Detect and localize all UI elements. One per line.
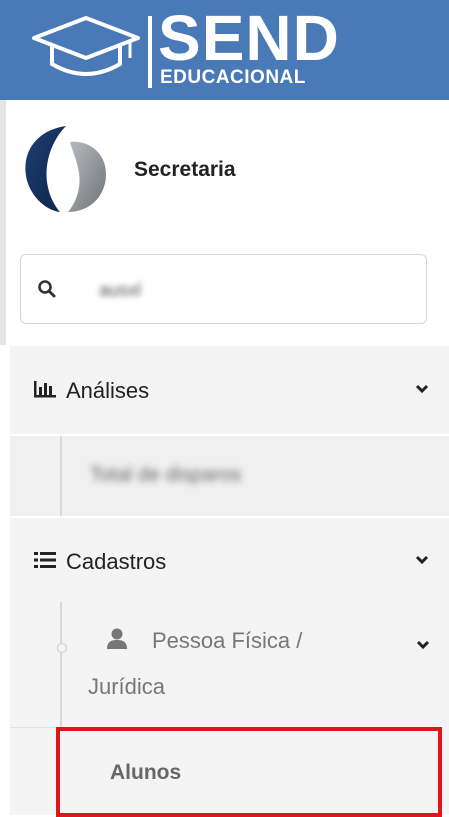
- submenu-analises: Total de disparos: [10, 436, 449, 516]
- submenu-item-alunos[interactable]: Alunos: [56, 727, 442, 817]
- bar-chart-icon: [34, 381, 56, 398]
- app-header: SEND EDUCACIONAL: [0, 0, 449, 100]
- menu-label-cadastros: Cadastros: [66, 549, 167, 574]
- search-input[interactable]: [97, 273, 401, 307]
- submenu-label-alunos: Alunos: [110, 761, 182, 784]
- chevron-down-icon[interactable]: [415, 555, 429, 565]
- user-icon: [107, 628, 127, 649]
- avatar[interactable]: [20, 124, 110, 214]
- logo-divider: [148, 16, 152, 88]
- brand-name: SEND: [158, 2, 340, 74]
- list-icon: [34, 552, 56, 568]
- tree-line: [60, 436, 62, 516]
- sidebar-edge: [0, 100, 6, 345]
- menu-label-analises: Análises: [66, 378, 150, 403]
- submenu-spacer: [10, 727, 56, 815]
- submenu-item-pessoa-fisica-juridica[interactable]: Pessoa Física / Jurídica: [60, 610, 449, 720]
- search-box[interactable]: [20, 254, 427, 324]
- graduation-cap-icon: [32, 16, 140, 76]
- submenu-item-total-disparos[interactable]: Total de disparos: [90, 464, 241, 487]
- menu-item-cadastros[interactable]: Cadastros: [10, 518, 449, 602]
- brand-subtitle: EDUCACIONAL: [160, 67, 306, 88]
- chevron-down-icon[interactable]: [415, 384, 429, 394]
- submenu-label-pessoa-line2: Jurídica: [88, 674, 166, 699]
- submenu-label-pessoa-line1: Pessoa Física /: [152, 628, 303, 653]
- profile-name: Secretaria: [134, 158, 236, 181]
- search-icon: [38, 280, 56, 298]
- chevron-down-icon[interactable]: [416, 640, 430, 650]
- menu-item-analises[interactable]: Análises: [10, 346, 449, 434]
